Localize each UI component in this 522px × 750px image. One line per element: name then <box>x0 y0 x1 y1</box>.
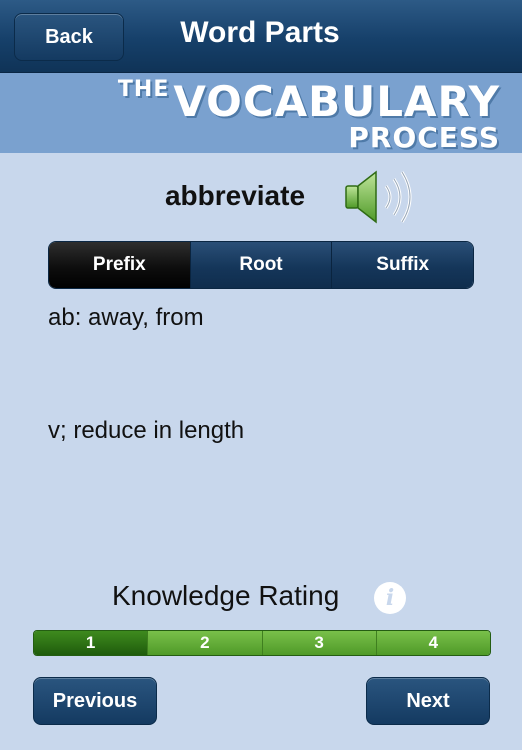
tab-suffix[interactable]: Suffix <box>331 242 473 288</box>
app-banner: THEVOCABULARY PROCESS <box>0 73 522 154</box>
banner-vocabulary: VOCABULARY <box>173 77 500 126</box>
word-definition: v; reduce in length <box>48 417 245 444</box>
rating-option-1[interactable]: 1 <box>34 631 148 655</box>
back-button[interactable]: Back <box>14 13 124 61</box>
previous-button[interactable]: Previous <box>33 677 157 725</box>
vocabulary-word: abbreviate <box>164 180 306 211</box>
word-part-segmented-control: Prefix Root Suffix <box>48 241 474 289</box>
banner-logo-line1: THEVOCABULARY <box>118 77 500 126</box>
knowledge-rating-control: 1 2 3 4 <box>33 630 491 656</box>
rating-option-2[interactable]: 2 <box>147 631 262 655</box>
tab-prefix[interactable]: Prefix <box>49 242 190 288</box>
word-part-meaning: ab: away, from <box>48 304 204 331</box>
banner-the: THE <box>117 77 170 102</box>
speaker-icon[interactable] <box>342 166 420 228</box>
tab-root[interactable]: Root <box>189 242 332 288</box>
next-button[interactable]: Next <box>366 677 490 725</box>
info-icon[interactable]: i <box>374 582 406 614</box>
navigation-bar: Back Word Parts <box>0 0 522 73</box>
page-title: Word Parts <box>180 16 340 49</box>
rating-option-3[interactable]: 3 <box>261 631 376 655</box>
rating-option-4[interactable]: 4 <box>375 631 490 655</box>
knowledge-rating-label: Knowledge Rating <box>112 580 340 611</box>
banner-logo-line2: PROCESS <box>348 121 500 154</box>
